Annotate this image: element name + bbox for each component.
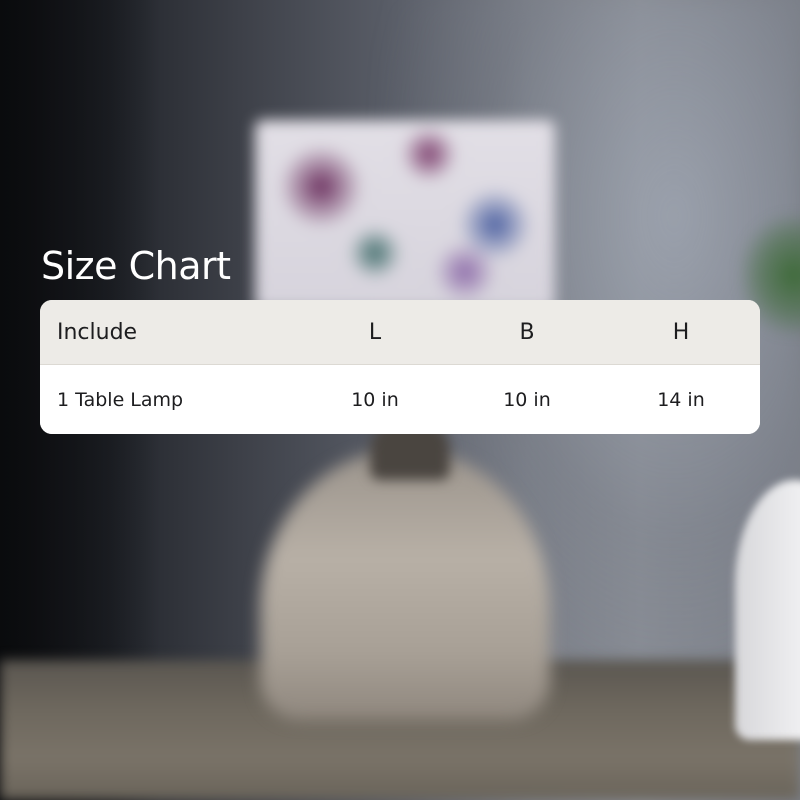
cell-item: 1 Table Lamp xyxy=(57,388,184,411)
size-table: Include L B H 1 Table Lamp 10 in 10 in 1… xyxy=(40,300,760,434)
table-header-row: Include L B H xyxy=(40,300,760,365)
header-breadth: B xyxy=(519,319,535,345)
header-length: L xyxy=(368,319,382,345)
cell-height: 14 in xyxy=(657,388,705,411)
size-chart-title: Size Chart xyxy=(41,244,231,288)
table-row: 1 Table Lamp 10 in 10 in 14 in xyxy=(40,365,760,434)
lamp-shade-photo xyxy=(255,120,555,310)
cell-breadth: 10 in xyxy=(503,388,551,411)
size-chart-banner: Size Chart Include L B H 1 Table Lamp 10… xyxy=(0,0,800,800)
header-include: Include xyxy=(57,319,138,345)
cell-length: 10 in xyxy=(351,388,399,411)
header-height: H xyxy=(672,319,690,345)
